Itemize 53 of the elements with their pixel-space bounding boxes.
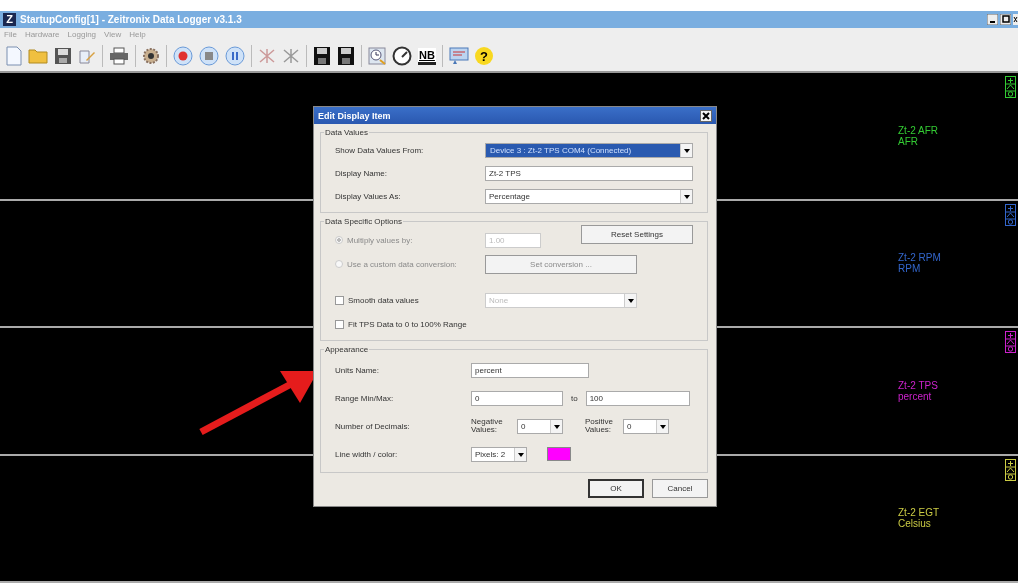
display-values-dropdown[interactable]: Percentage (485, 189, 693, 204)
clock-icon[interactable] (368, 47, 386, 65)
restore-icon[interactable] (1000, 14, 1011, 25)
units-field[interactable]: percent (471, 362, 589, 378)
monitor-icon[interactable] (448, 47, 469, 65)
field-label: Show Data Values From: (335, 146, 425, 155)
to-label: to (571, 393, 578, 403)
field-label: Display Values As: (335, 192, 402, 201)
field-label: Positive Values: (585, 418, 614, 434)
color-swatch[interactable] (547, 447, 571, 461)
channel-name: Zt-2 AFR (898, 124, 938, 136)
printer-icon[interactable] (109, 47, 129, 65)
gear-icon[interactable] (142, 47, 160, 65)
minimize-icon[interactable] (987, 14, 998, 25)
field-label: Number of Decimals: (335, 421, 411, 431)
nb-button[interactable]: NB (418, 47, 436, 65)
device-dropdown[interactable]: Device 3 : Zt-2 TPS COM4 (Connected) (485, 143, 693, 158)
cancel-button[interactable]: Cancel (652, 479, 708, 498)
channel-name: Zt-2 RPM (898, 252, 941, 264)
line-width-dropdown[interactable]: Pixels: 2 (471, 446, 527, 462)
group-legend: Data Values (324, 128, 369, 137)
panel-controls-icon[interactable] (1005, 76, 1016, 98)
range-min-field[interactable]: 0 (471, 390, 563, 406)
channel-name: Zt-2 EGT (898, 507, 940, 519)
group-legend: Data Specific Options (324, 217, 403, 226)
dialog-title: Edit Display Item (318, 110, 391, 121)
channel-unit: RPM (898, 263, 921, 275)
window-title: StartupConfig[1] - Zeitronix Data Logger v3.1.3 (20, 14, 243, 25)
display-name-field[interactable]: Zt-2 TPS (485, 166, 693, 181)
help-button[interactable]: ? (474, 47, 493, 65)
field-label: Line width / color: (335, 449, 399, 459)
range-max-field[interactable]: 100 (585, 390, 690, 406)
panel-controls-icon[interactable] (1005, 458, 1016, 481)
close-icon[interactable] (1013, 14, 1018, 25)
field-label: Units Name: (335, 365, 380, 375)
ok-button[interactable]: OK (588, 479, 644, 498)
field-label: Range Min/Max: (335, 393, 395, 403)
group-legend: Appearance (324, 345, 370, 354)
channel-name: Zt-2 TPS (898, 379, 938, 391)
app-logo: Z (3, 13, 16, 26)
record-icon[interactable] (173, 46, 193, 66)
pause-icon[interactable] (225, 46, 245, 66)
field-label: Display Name: (335, 169, 388, 178)
positive-decimals-dropdown[interactable]: 0 (623, 418, 669, 434)
field-label: Negative Values: (471, 418, 504, 434)
channel-unit: percent (898, 390, 932, 402)
negative-decimals-dropdown[interactable]: 0 (517, 418, 563, 434)
close-icon[interactable] (700, 109, 712, 122)
channel-unit: AFR (898, 135, 918, 147)
stop-icon[interactable] (199, 46, 219, 66)
gauge-icon[interactable] (392, 46, 412, 66)
channel-unit: Celsius (898, 518, 931, 530)
save-icon[interactable] (54, 47, 72, 65)
